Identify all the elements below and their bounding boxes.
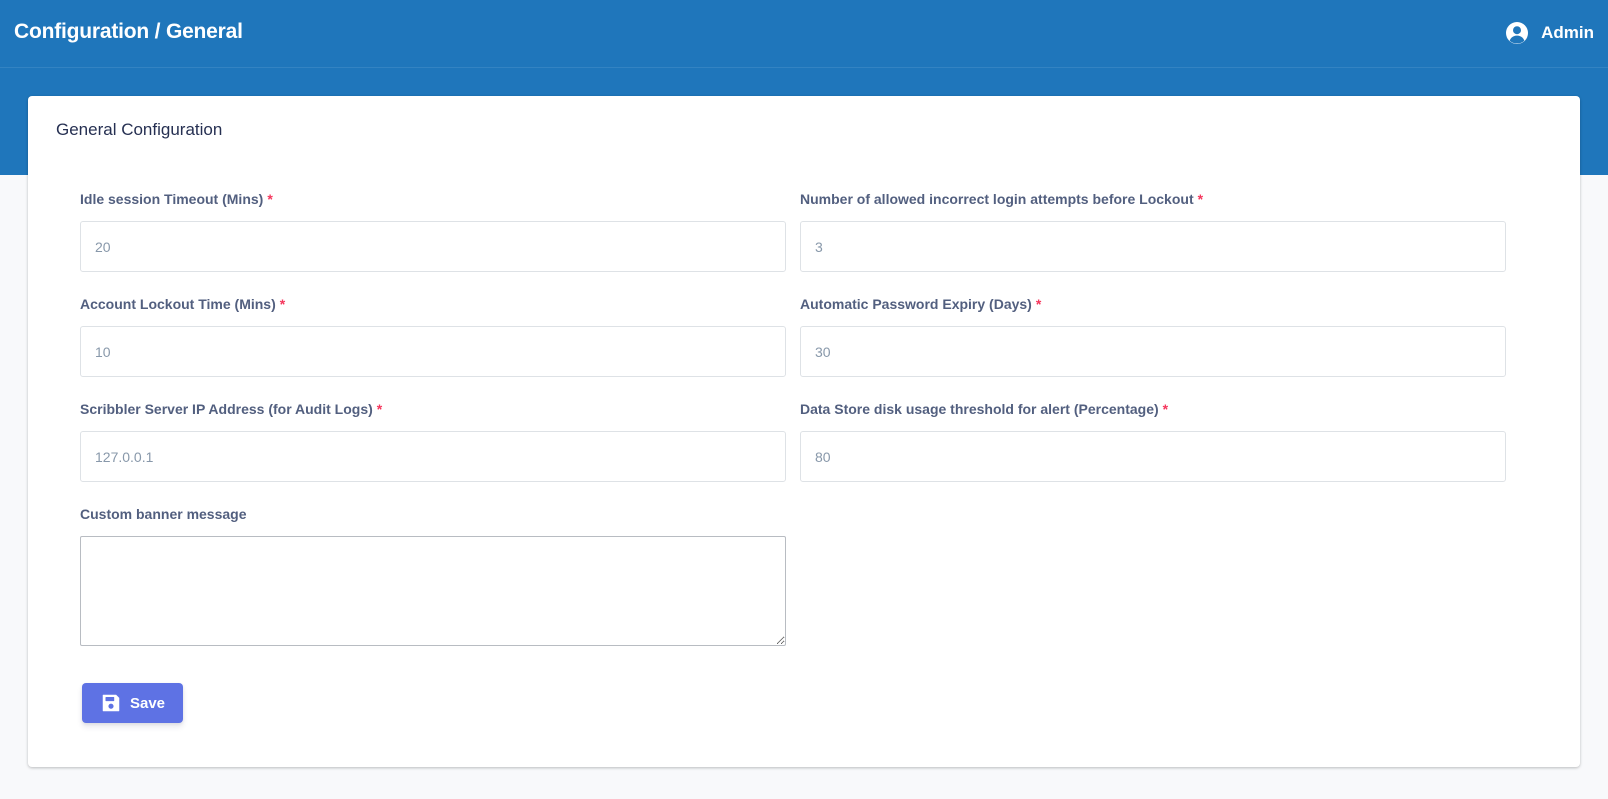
card-title: General Configuration [56,120,223,139]
password-expiry-field: Automatic Password Expiry (Days) * [800,294,1506,377]
lockout-time-input[interactable] [80,326,786,377]
required-mark: * [1197,191,1204,207]
scribbler-ip-field: Scribbler Server IP Address (for Audit L… [80,399,786,482]
login-attempts-input[interactable] [800,221,1506,272]
user-name: Admin [1541,23,1594,42]
required-mark: * [1035,296,1042,312]
user-circle-icon [1506,22,1529,44]
idle-timeout-label: Idle session Timeout (Mins) * [80,191,273,207]
banner-message-field: Custom banner message [80,504,786,646]
password-expiry-label: Automatic Password Expiry (Days) * [800,296,1042,312]
scribbler-ip-input[interactable] [80,431,786,482]
disk-threshold-field: Data Store disk usage threshold for aler… [800,399,1506,482]
login-attempts-field: Number of allowed incorrect login attemp… [800,189,1506,272]
floppy-disk-icon [102,694,120,712]
user-menu[interactable]: Admin [1505,21,1594,45]
required-mark: * [1162,401,1169,417]
lockout-time-label: Account Lockout Time (Mins) * [80,296,286,312]
password-expiry-input[interactable] [800,326,1506,377]
required-mark: * [267,191,273,207]
page-title: Configuration / General [14,20,243,43]
banner-message-label: Custom banner message [80,506,247,522]
save-button-label: Save [129,694,166,712]
idle-timeout-field: Idle session Timeout (Mins) * [80,189,786,272]
scribbler-ip-label: Scribbler Server IP Address (for Audit L… [80,401,383,417]
disk-threshold-label: Data Store disk usage threshold for aler… [800,401,1169,417]
idle-timeout-input[interactable] [80,221,786,272]
banner-message-textarea[interactable] [80,536,786,646]
disk-threshold-input[interactable] [800,431,1506,482]
login-attempts-label: Number of allowed incorrect login attemp… [800,191,1204,207]
lockout-time-field: Account Lockout Time (Mins) * [80,294,786,377]
top-navbar: Configuration / General Admin [0,0,1608,68]
save-button[interactable]: Save [82,683,183,723]
required-mark: * [279,296,286,312]
required-mark: * [376,401,383,417]
general-configuration-card: General Configuration Idle session Timeo… [28,96,1580,767]
